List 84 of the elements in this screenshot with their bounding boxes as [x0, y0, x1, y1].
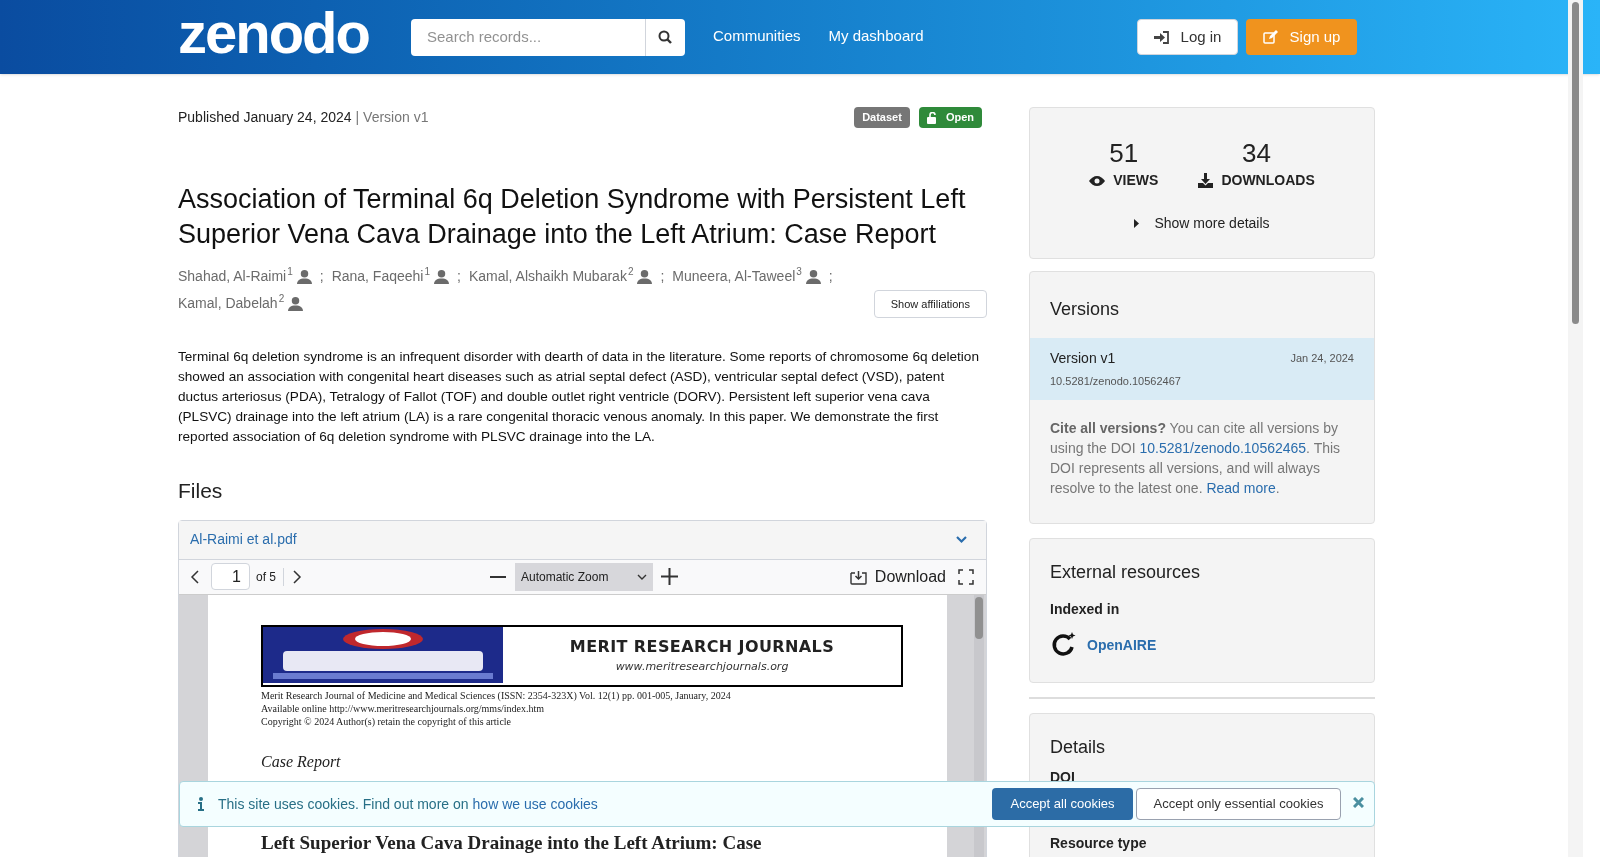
- person-icon: [637, 269, 653, 284]
- page-count: of 5: [256, 567, 284, 586]
- author-link[interactable]: Muneera, Al-Taweel: [672, 263, 796, 290]
- external-resources-heading: External resources: [1050, 561, 1202, 584]
- fullscreen-icon[interactable]: [958, 568, 974, 585]
- edit-icon: [1262, 30, 1278, 44]
- author-separator: ;: [457, 267, 461, 286]
- details-field-label: Resource type: [1050, 834, 1148, 853]
- abstract-text: Terminal 6q deletion syndrome is an infrequent disorder with dearth of data in the literature. Some reports of chromosome 6q deletion showed an association with congenital heart diseases such as atrial septal defect (ASD), ventricular septal defect (VSD), patent ductus arteriosus (PDA), Tetralogy of Fallot (TOF) and double outlet right ventricle (DORV). Persistent left superior vena cava (PLSVC) drainage into the left atrium (LA) is a rare congenital thoracic venous anomaly. In this paper. We demonstrate the first reported association of 6q deletion syndrome with PLSVC drainage into the LA.: [178, 348, 980, 446]
- author-separator: ;: [319, 267, 324, 286]
- page-number-field[interactable]: 1: [211, 563, 250, 590]
- accept-all-cookies-button[interactable]: Accept all cookies: [992, 788, 1133, 820]
- document-line: Merit Research Journal of Medicine and Medical Sciences (ISSN: 2354-323X) Vol. 12(1) pp. 001-005, January, 2024: [261, 688, 732, 702]
- pdf-scrollbar-thumb[interactable]: [975, 596, 983, 639]
- search-icon: [658, 30, 673, 44]
- document-line: Copyright © 2024 Author(s) retain the copyright of this article: [261, 714, 513, 728]
- affiliation-number: 1: [424, 267, 431, 277]
- download-icon: [1198, 173, 1214, 188]
- affiliation-number: 2: [627, 267, 634, 277]
- nav-link[interactable]: Communities: [713, 24, 801, 48]
- banner-title: MERIT RESEARCH JOURNALS: [569, 636, 835, 659]
- document-line: Available online http://www.meritresearchjournals.org/mms/index.htm: [261, 701, 546, 715]
- caret-icon: [637, 573, 647, 580]
- banner-url: www.meritresearchjournals.org: [615, 659, 789, 676]
- accept-essential-cookies-button[interactable]: Accept only essential cookies: [1136, 788, 1341, 820]
- eye-icon: [1089, 175, 1106, 186]
- person-icon: [296, 269, 312, 284]
- download-button[interactable]: Download: [849, 564, 946, 589]
- author-separator: ;: [660, 267, 665, 286]
- info-icon: [198, 797, 204, 811]
- downloads-count: 34: [1242, 140, 1271, 166]
- logo[interactable]: zenodo: [178, 4, 369, 62]
- version-label: | Version v1: [355, 108, 429, 127]
- download-icon: [849, 568, 867, 585]
- openaire-link[interactable]: OpenAIRE: [1087, 634, 1157, 656]
- details-heading: Details: [1050, 736, 1107, 759]
- author-link[interactable]: Kamal, Dabelah: [178, 290, 278, 317]
- login-button[interactable]: Log in: [1137, 19, 1238, 55]
- read-more-link[interactable]: Read more: [1206, 479, 1276, 496]
- zoom-dropdown[interactable]: Automatic Zoom: [515, 562, 653, 591]
- views-count: 51: [1109, 140, 1139, 166]
- author-link[interactable]: Kamal, Alshaikh Mubarak: [468, 263, 627, 290]
- close-icon[interactable]: [1353, 796, 1364, 808]
- document-section: Case Report: [261, 749, 947, 774]
- type-badge: Dataset: [854, 107, 910, 128]
- document-heading: Left Superior Vena Cava Drainage into the Left Atrium: Case: [261, 831, 763, 854]
- person-icon: [434, 269, 450, 284]
- author-link[interactable]: Shahad, Al-Raimi: [178, 263, 287, 290]
- indexed-in-label: Indexed in: [1050, 600, 1121, 619]
- previous-icon[interactable]: [190, 569, 200, 584]
- nav-link[interactable]: My dashboard: [828, 24, 924, 48]
- files-heading: Files: [178, 478, 224, 504]
- version-item[interactable]: Version v1 Jan 24, 2024 10.5281/zenodo.10562467: [1030, 338, 1374, 400]
- person-icon: [288, 296, 304, 311]
- file-header[interactable]: Al-Raimi et al.pdf: [179, 520, 986, 560]
- show-more-details-button[interactable]: Show more details: [1134, 213, 1270, 234]
- search-button[interactable]: [645, 18, 685, 56]
- login-icon: [1153, 30, 1169, 44]
- views-label: VIEWS: [1089, 170, 1159, 191]
- access-badge: Open: [918, 107, 982, 128]
- person-icon: [805, 269, 821, 284]
- affiliation-number: 1: [287, 267, 293, 277]
- cookie-text: This site uses cookies. Find out more on: [218, 794, 469, 814]
- affiliation-number: 2: [278, 294, 285, 304]
- zoom-out-icon[interactable]: [490, 575, 506, 578]
- record-title: Association of Terminal 6q Deletion Syndrome with Persistent Left Superior Vena Cava Drainage into the Left Atrium: Case Report: [178, 183, 967, 251]
- cite-all-versions-text: Cite all versions? You can cite all versions by using the DOI 10.5281/zenodo.10562465. This DOI represents all versions, and will always resolve to the latest one. Read more.: [1049, 418, 1342, 498]
- search-field[interactable]: Search records...: [411, 18, 645, 56]
- publication-date: Published January 24, 2024: [178, 108, 352, 127]
- caret-icon: [1134, 219, 1140, 228]
- cookie-policy-link[interactable]: how we use cookies: [472, 793, 598, 815]
- version-date: Jan 24, 2024: [1290, 351, 1354, 367]
- openaire-logo-icon: [1050, 632, 1077, 658]
- version-doi: 10.5281/zenodo.10562467: [1050, 374, 1182, 389]
- affiliation-number: 3: [796, 267, 802, 277]
- author-link[interactable]: Rana, Faqeehi: [331, 263, 424, 290]
- show-affiliations-button[interactable]: Show affiliations: [873, 290, 987, 318]
- downloads-label: DOWNLOADS: [1198, 170, 1315, 191]
- zoom-in-icon[interactable]: [661, 568, 678, 585]
- next-icon[interactable]: [292, 569, 302, 584]
- author-separator: ;: [828, 267, 833, 286]
- versions-heading: Versions: [1049, 298, 1121, 321]
- version-name: Version v1: [1050, 349, 1116, 368]
- file-link[interactable]: Al-Raimi et al.pdf: [190, 529, 297, 550]
